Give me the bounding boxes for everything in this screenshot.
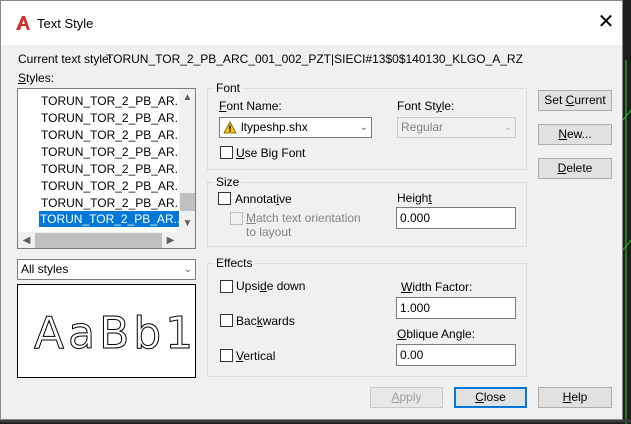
- font-name-label: Font Name:: [219, 99, 282, 113]
- font-name-value: ltypeshp.shx: [241, 120, 308, 134]
- vertical-label: Vertical: [236, 349, 276, 363]
- title-bar: Text Style ✕: [1, 1, 622, 45]
- styles-label-rest: tyles:: [26, 71, 55, 85]
- use-big-font-label: Use Big Font: [236, 146, 306, 160]
- vertical-checkbox[interactable]: [220, 349, 233, 362]
- use-big-font-label-rest: se Big Font: [244, 146, 306, 160]
- match-orientation-checkbox[interactable]: [230, 212, 243, 225]
- effects-group-label: Effects: [214, 256, 255, 270]
- delete-style-button[interactable]: Delete: [538, 158, 612, 179]
- style-list-item[interactable]: TORUN_TOR_2_PB_AR...: [40, 144, 185, 160]
- new-style-button-rest: ew...: [566, 127, 592, 141]
- height-input[interactable]: 0.000: [396, 207, 516, 229]
- upside-down-checkbox[interactable]: [220, 280, 233, 293]
- set-current-button-rest: urrent: [574, 93, 606, 107]
- style-list-item[interactable]: TORUN_TOR_2_PB_AR...: [40, 110, 185, 126]
- current-style-value: TORUN_TOR_2_PB_ARC_001_002_PZT|SIECI#13$…: [106, 52, 523, 66]
- font-style-label-rest: le:: [441, 99, 455, 113]
- vertical-scroll-thumb[interactable]: [180, 193, 195, 211]
- oblique-angle-label-rest: blique Angle:: [406, 327, 476, 341]
- backwards-label: Backwards: [236, 314, 295, 328]
- apply-button-rest: pply: [399, 390, 422, 404]
- match-orientation-label-line2: to layout: [246, 225, 292, 239]
- set-current-button[interactable]: Set Current: [538, 90, 612, 111]
- oblique-angle-input[interactable]: 0.00: [396, 344, 516, 366]
- chevron-down-icon: ⌄: [183, 264, 192, 275]
- new-style-button[interactable]: New...: [538, 124, 612, 145]
- use-big-font-checkbox[interactable]: [220, 146, 233, 159]
- backwards-checkbox[interactable]: [220, 314, 233, 327]
- style-list-item[interactable]: TORUN_TOR_2_PB_AR...: [40, 161, 185, 177]
- oblique-angle-label: Oblique Angle:: [397, 327, 476, 341]
- upside-down-label: Upside down: [236, 279, 306, 293]
- help-button[interactable]: Help: [538, 387, 612, 408]
- preview-text: AaBb12: [34, 308, 196, 359]
- width-factor-input[interactable]: 1.000: [396, 297, 516, 319]
- style-preview: AaBb12: [17, 284, 196, 378]
- styles-label: Styles:: [18, 71, 55, 85]
- font-group-label: Font: [214, 81, 243, 95]
- font-style-value: Regular: [401, 120, 444, 134]
- height-label: Height: [397, 191, 432, 205]
- help-button-rest: elp: [571, 390, 588, 404]
- font-style-label: Font Style:: [397, 99, 455, 113]
- warning-icon: [223, 121, 237, 134]
- horizontal-scroll-thumb[interactable]: [35, 233, 162, 248]
- text-style-dialog: Text Style ✕ Current text style: TORUN_T…: [0, 0, 623, 420]
- backwards-label-rest: wards: [262, 314, 295, 328]
- annotative-label-rest: ve: [279, 192, 292, 206]
- chevron-down-icon: ⌄: [359, 122, 368, 133]
- close-button[interactable]: Close: [454, 387, 527, 408]
- font-style-dropdown[interactable]: Regular ⌄: [397, 117, 516, 138]
- style-list-item[interactable]: TORUN_TOR_2_PB_AR...: [40, 195, 185, 211]
- scroll-up-arrow-icon[interactable]: ▲: [179, 89, 195, 106]
- current-style-label: Current text style:: [18, 52, 113, 66]
- style-list-item-selected[interactable]: TORUN_TOR_2_PB_AR...: [39, 211, 184, 227]
- width-factor-label: Width Factor:: [401, 280, 473, 294]
- style-filter-dropdown[interactable]: All styles ⌄: [17, 259, 196, 280]
- chevron-down-icon: ⌄: [503, 122, 512, 133]
- styles-listbox[interactable]: TORUN_TOR_2_PB_AR... TORUN_TOR_2_PB_AR..…: [17, 88, 196, 249]
- vertical-label-rest: ertical: [243, 349, 276, 363]
- preview-glyphs: AaBb12: [34, 308, 196, 360]
- close-window-button[interactable]: ✕: [595, 11, 617, 33]
- apply-button[interactable]: Apply: [370, 387, 443, 408]
- delete-style-button-rest: elete: [566, 161, 593, 175]
- style-list-item[interactable]: TORUN_TOR_2_PB_AR...: [40, 93, 185, 109]
- match-orientation-label-rest: atch text orientation: [256, 211, 361, 225]
- font-name-dropdown[interactable]: ltypeshp.shx ⌄: [219, 117, 372, 138]
- size-group-label: Size: [214, 175, 242, 189]
- style-list-item[interactable]: TORUN_TOR_2_PB_AR...: [40, 127, 185, 143]
- match-orientation-label: Match text orientation: [246, 211, 361, 225]
- scrollbar-corner: [179, 232, 195, 248]
- scroll-right-arrow-icon[interactable]: ▶: [162, 232, 179, 248]
- autocad-logo-icon: [16, 16, 30, 30]
- styles-vertical-scrollbar[interactable]: ▲ ▼: [179, 89, 195, 232]
- upside-down-label-rest: e down: [266, 279, 306, 293]
- dialog-title: Text Style: [37, 16, 94, 31]
- style-filter-value: All styles: [21, 262, 69, 276]
- annotative-label: Annotative: [235, 192, 292, 206]
- style-list-item[interactable]: TORUN_TOR_2_PB_AR...: [40, 178, 185, 194]
- width-factor-label-rest: idth Factor:: [412, 280, 473, 294]
- styles-horizontal-scrollbar[interactable]: ◀ ▶: [18, 232, 179, 248]
- scroll-left-arrow-icon[interactable]: ◀: [18, 232, 35, 248]
- scroll-down-arrow-icon[interactable]: ▼: [179, 215, 195, 232]
- annotative-checkbox[interactable]: [218, 192, 231, 205]
- close-button-rest: lose: [483, 390, 506, 404]
- font-name-label-rest: ont Name:: [226, 99, 282, 113]
